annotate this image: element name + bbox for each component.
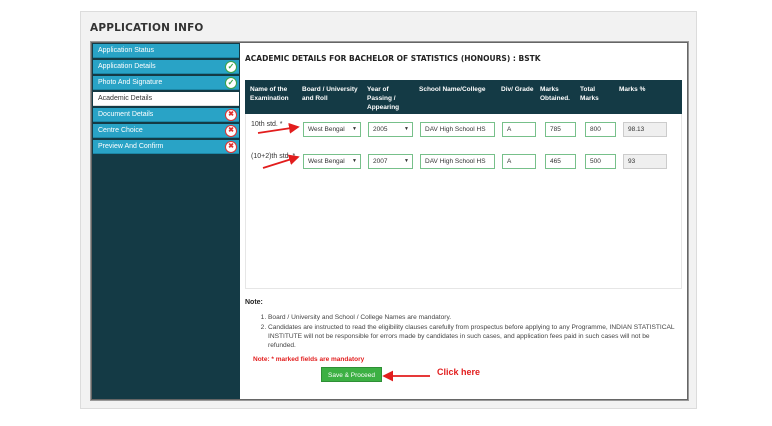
column-header: Board / University and Roll	[302, 86, 358, 102]
sidebar-item-photo-signature[interactable]: Photo And Signature ✓	[93, 76, 239, 90]
total-marks-input[interactable]: 500	[585, 154, 616, 169]
grade-input[interactable]: A	[502, 122, 536, 137]
click-here-annotation: Click here	[437, 367, 481, 377]
application-frame: Application Status Application Details ✓…	[91, 42, 688, 400]
column-header: Div/ Grade	[501, 86, 534, 93]
school-input[interactable]: DAV High School HS	[420, 122, 495, 137]
sidebar-item-application-status[interactable]: Application Status	[93, 44, 239, 58]
column-header: Marks Obtained.	[540, 86, 570, 102]
sidebar-item-document-details[interactable]: Document Details ✖	[93, 108, 239, 122]
sidebar-item-label: Centre Choice	[98, 127, 143, 134]
save-proceed-button[interactable]: Save & Proceed	[321, 367, 382, 382]
check-icon: ✓	[225, 77, 237, 89]
year-select[interactable]: 2005	[368, 122, 413, 137]
total-marks-input[interactable]: 800	[585, 122, 616, 137]
application-info-panel: APPLICATION INFO Application Status Appl…	[80, 11, 697, 409]
table-header: Name of the Examination Board / Universi…	[245, 80, 682, 114]
sidebar-item-label: Academic Details	[98, 95, 153, 102]
panel-title: APPLICATION INFO	[90, 22, 204, 34]
marks-percent-field: 98.13	[623, 122, 667, 137]
column-header: School Name/College	[419, 86, 486, 93]
check-icon: ✓	[225, 61, 237, 73]
grade-input[interactable]: A	[502, 154, 536, 169]
cross-icon: ✖	[225, 125, 237, 137]
mandatory-note: Note: * marked fields are mandatory	[253, 356, 365, 363]
marks-percent-field: 93	[623, 154, 667, 169]
cross-icon: ✖	[225, 141, 237, 153]
sidebar-item-label: Preview And Confirm	[98, 143, 164, 150]
note-title: Note:	[245, 299, 263, 306]
column-header: Year of Passing / Appearing	[367, 86, 400, 111]
sidebar-item-centre-choice[interactable]: Centre Choice ✖	[93, 124, 239, 138]
page-title: ACADEMIC DETAILS FOR BACHELOR OF STATIST…	[245, 54, 541, 63]
board-select[interactable]: West Bengal	[303, 122, 361, 137]
marks-obtained-input[interactable]: 465	[545, 154, 576, 169]
academic-table-body: 10th std. * West Bengal 2005 DAV High Sc…	[245, 114, 682, 289]
sidebar-item-label: Document Details	[98, 111, 154, 118]
exam-name: (10+2)th std. *	[251, 153, 296, 160]
cross-icon: ✖	[225, 109, 237, 121]
column-header: Name of the Examination	[250, 86, 289, 102]
sidebar: Application Status Application Details ✓…	[92, 43, 240, 399]
sidebar-item-application-details[interactable]: Application Details ✓	[93, 60, 239, 74]
sidebar-item-academic-details[interactable]: Academic Details	[93, 92, 239, 106]
marks-obtained-input[interactable]: 785	[545, 122, 576, 137]
sidebar-item-label: Application Status	[98, 47, 155, 54]
column-header: Marks %	[619, 86, 646, 93]
academic-details-content: ACADEMIC DETAILS FOR BACHELOR OF STATIST…	[242, 43, 687, 399]
school-input[interactable]: DAV High School HS	[420, 154, 495, 169]
year-select[interactable]: 2007	[368, 154, 413, 169]
sidebar-item-preview-confirm[interactable]: Preview And Confirm ✖	[93, 140, 239, 154]
column-header: Total Marks	[580, 86, 599, 102]
sidebar-item-label: Photo And Signature	[98, 79, 163, 86]
exam-name: 10th std. *	[251, 121, 283, 128]
note-list: Board / University and School / College …	[256, 313, 676, 351]
board-select[interactable]: West Bengal	[303, 154, 361, 169]
note-item: Candidates are instructed to read the el…	[268, 323, 676, 350]
sidebar-item-label: Application Details	[98, 63, 156, 70]
note-item: Board / University and School / College …	[268, 313, 676, 322]
